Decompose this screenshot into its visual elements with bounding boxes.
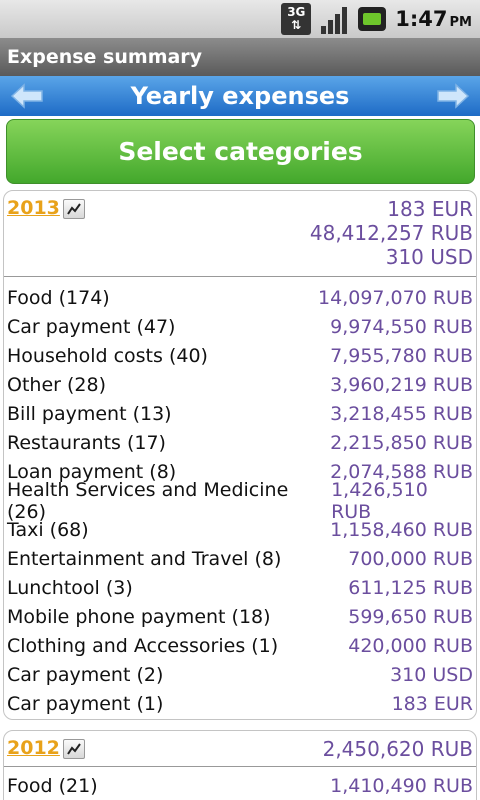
year-link[interactable]: 2013 xyxy=(7,197,60,219)
year-card-2012: 2012 2,450,620 RUB Food (21) 1,410,490 RU… xyxy=(3,730,477,800)
list-item[interactable]: Bill payment (13) 3,218,455 RUB xyxy=(7,399,473,428)
total-rub: 48,412,257 RUB xyxy=(309,221,473,245)
list-item[interactable]: Mobile phone payment (18) 599,650 RUB xyxy=(7,602,473,631)
year-card-2013: 2013 183 EUR 48,412,257 RUB 310 USD Food… xyxy=(3,190,477,720)
select-categories-button[interactable]: Select categories xyxy=(6,119,475,184)
signal-icon xyxy=(319,4,349,34)
list-item[interactable]: Entertainment and Travel (8) 700,000 RUB xyxy=(7,544,473,573)
list-item[interactable]: Restaurants (17) 2,215,850 RUB xyxy=(7,428,473,457)
app-title: Expense summary xyxy=(0,38,480,76)
category-list: Food (174) 14,097,070 RUB Car payment (47… xyxy=(4,277,476,718)
year-header: 2013 183 EUR 48,412,257 RUB 310 USD xyxy=(4,191,476,277)
list-item[interactable]: Other (28) 3,960,219 RUB xyxy=(7,370,473,399)
chart-icon[interactable] xyxy=(62,739,85,759)
arrow-right-icon[interactable] xyxy=(434,81,472,111)
total-usd: 310 USD xyxy=(385,245,473,269)
clock: 1:47 PM xyxy=(395,7,472,31)
chart-icon[interactable] xyxy=(62,199,85,219)
category-list: Food (21) 1,410,490 RUB xyxy=(4,767,476,800)
list-item[interactable]: Household costs (40) 7,955,780 RUB xyxy=(7,341,473,370)
year-header: 2012 2,450,620 RUB xyxy=(4,731,476,767)
list-item[interactable]: Food (174) 14,097,070 RUB xyxy=(7,283,473,312)
network-3g-icon: 3G ⇅ xyxy=(281,3,312,35)
year-navigation: Yearly expenses xyxy=(0,76,480,116)
year-link[interactable]: 2012 xyxy=(7,737,60,759)
status-bar: 3G ⇅ 1:47 PM xyxy=(0,0,480,38)
list-item[interactable]: Car payment (1) 183 EUR xyxy=(7,689,473,718)
list-item[interactable]: Food (21) 1,410,490 RUB xyxy=(7,771,473,800)
battery-icon xyxy=(357,4,387,34)
total-rub: 2,450,620 RUB xyxy=(322,737,473,761)
list-item[interactable]: Health Services and Medicine (26) 1,426,5… xyxy=(7,479,473,523)
list-item[interactable]: Lunchtool (3) 611,125 RUB xyxy=(7,573,473,602)
list-item[interactable]: Car payment (2) 310 USD xyxy=(7,660,473,689)
year-totals: 183 EUR 48,412,257 RUB 310 USD xyxy=(310,197,473,270)
list-item[interactable]: Clothing and Accessories (1) 420,000 RUB xyxy=(7,631,473,660)
list-item[interactable]: Car payment (47) 9,974,550 RUB xyxy=(7,312,473,341)
arrow-left-icon[interactable] xyxy=(8,81,46,111)
total-eur: 183 EUR xyxy=(387,197,473,221)
year-totals: 2,450,620 RUB xyxy=(322,737,473,761)
nav-title: Yearly expenses xyxy=(130,82,350,110)
